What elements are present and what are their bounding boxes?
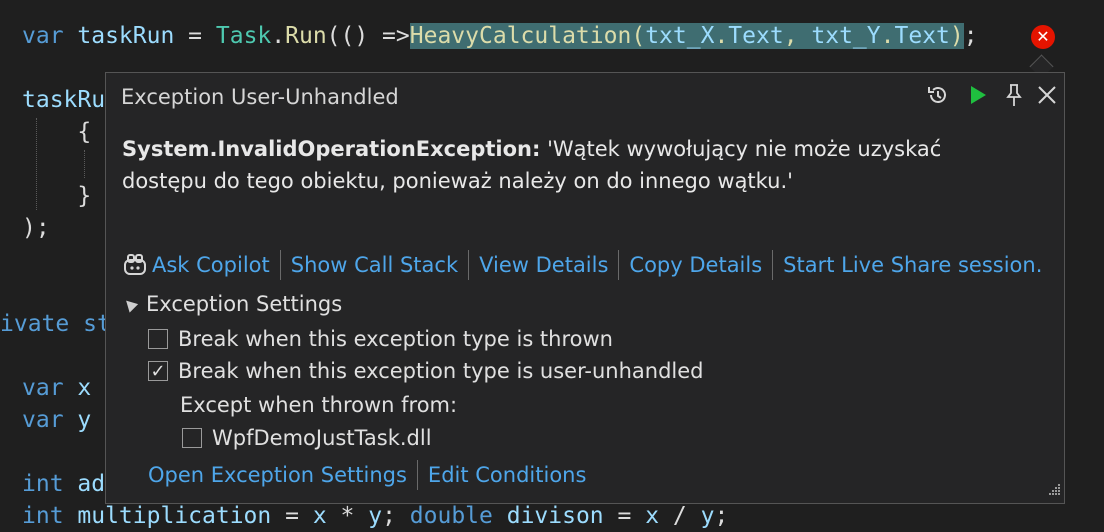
code-keyword: var	[22, 23, 64, 49]
code-line-var-x: var x	[22, 372, 91, 404]
highlighted-close-paren: )	[949, 23, 964, 49]
code-method: Run	[285, 23, 327, 49]
module-checkbox[interactable]	[182, 428, 202, 448]
code-line-brace-open: {	[22, 119, 92, 145]
continue-icon[interactable]	[964, 81, 992, 109]
highlighted-arg1: txt_X	[645, 23, 715, 49]
highlighted-text2: Text	[894, 23, 950, 49]
link-separator	[468, 250, 470, 280]
code-type: Task	[215, 23, 272, 49]
open-exception-settings-link[interactable]: Open Exception Settings	[148, 463, 407, 487]
code-line-task-run: var taskRun = Task.Run(() =>HeavyCalcula…	[22, 20, 978, 52]
break-when-thrown-checkbox[interactable]	[148, 329, 168, 349]
checkmark-icon: ✓	[150, 360, 166, 382]
pin-icon[interactable]	[1000, 81, 1028, 109]
code-operator: *	[326, 503, 369, 529]
exception-settings-toggle[interactable]: Exception Settings	[121, 292, 343, 316]
break-when-user-unhandled-label: Break when this exception type is user-u…	[178, 359, 704, 383]
link-separator	[772, 250, 774, 280]
view-details-link[interactable]: View Details	[479, 253, 608, 277]
code-line-brace-close: }	[22, 183, 92, 209]
code-lambda: (() =>	[326, 23, 410, 49]
code-identifier: y	[368, 503, 383, 529]
module-option[interactable]: WpfDemoJustTask.dll	[182, 426, 432, 450]
break-when-user-unhandled-checkbox[interactable]: ✓	[148, 360, 168, 382]
code-identifier: x	[63, 375, 92, 401]
copy-details-link[interactable]: Copy Details	[629, 253, 762, 277]
code-keyword: var	[22, 407, 64, 433]
highlighted-dot: .	[714, 23, 729, 49]
break-when-user-unhandled-option[interactable]: ✓ Break when this exception type is user…	[148, 359, 704, 383]
action-links: Ask Copilot Show Call Stack View Details…	[122, 249, 1042, 281]
copilot-icon[interactable]	[122, 253, 148, 277]
link-separator	[279, 250, 281, 280]
code-operator: /	[659, 503, 701, 529]
code-keyword: int	[22, 503, 64, 529]
code-line-private: ivate st	[0, 308, 111, 340]
break-when-thrown-option[interactable]: Break when this exception type is thrown	[148, 327, 613, 351]
module-label: WpfDemoJustTask.dll	[212, 426, 432, 450]
code-identifier: x	[312, 503, 327, 529]
code-line-paren-close: );	[22, 215, 50, 241]
show-call-stack-link[interactable]: Show Call Stack	[291, 253, 458, 277]
exception-type: System.InvalidOperationException:	[122, 137, 541, 161]
highlighted-text1: Text	[728, 23, 784, 49]
highlighted-arg2: txt_Y	[811, 23, 881, 49]
highlighted-comma: ,	[783, 23, 812, 49]
code-line-multiplication: int multiplication = x * y; double divis…	[22, 500, 728, 532]
highlighted-args-open: (	[631, 23, 646, 49]
code-operator: =	[271, 503, 313, 529]
highlighted-call[interactable]: HeavyCalculation	[409, 23, 632, 49]
code-identifier: taskRun	[63, 23, 189, 49]
code-identifier: ad	[63, 471, 106, 497]
code-identifier: multiplication	[63, 503, 272, 529]
history-icon[interactable]	[924, 81, 952, 109]
link-separator	[416, 460, 418, 490]
link-separator	[618, 250, 620, 280]
code-line-var-y: var y	[22, 404, 91, 436]
code-identifier: y	[700, 503, 715, 529]
code-identifier: divison	[492, 503, 604, 529]
code-operator: ;	[714, 503, 729, 529]
code-keyword: double	[409, 503, 493, 529]
code-line-int-add: int ad	[22, 468, 105, 500]
code-operator: ;	[382, 503, 410, 529]
collapse-triangle-icon	[121, 295, 139, 313]
error-icon[interactable]: ✕	[1031, 25, 1055, 49]
indent-guide	[84, 150, 85, 178]
exception-message: System.InvalidOperationException: 'Wątek…	[122, 133, 1022, 197]
bottom-links: Open Exception Settings Edit Conditions	[148, 459, 586, 491]
popup-title: Exception User-Unhandled	[121, 85, 399, 109]
close-icon[interactable]	[1033, 81, 1061, 109]
code-keyword: ivate	[0, 311, 70, 337]
code-keyword: int	[22, 471, 64, 497]
resize-grip-icon[interactable]	[1046, 481, 1062, 501]
indent-guide	[36, 118, 37, 210]
break-when-thrown-label: Break when this exception type is thrown	[178, 327, 613, 351]
code-operator: =	[188, 23, 216, 49]
edit-conditions-link[interactable]: Edit Conditions	[428, 463, 587, 487]
code-dot: .	[271, 23, 286, 49]
except-when-thrown-from-label: Except when thrown from:	[180, 393, 458, 417]
code-line-taskrun2: taskRu	[22, 87, 106, 113]
start-live-share-link[interactable]: Start Live Share session.	[783, 253, 1042, 277]
exception-settings-title: Exception Settings	[146, 292, 343, 316]
code-keyword: var	[22, 375, 64, 401]
ask-copilot-link[interactable]: Ask Copilot	[152, 253, 270, 277]
code-close: ;	[963, 23, 978, 49]
highlighted-dot: .	[880, 23, 895, 49]
code-identifier: y	[63, 407, 92, 433]
exception-popup: Exception User-Unhandled System.InvalidO…	[105, 72, 1065, 504]
code-identifier: x	[645, 503, 660, 529]
code-operator: =	[603, 503, 646, 529]
